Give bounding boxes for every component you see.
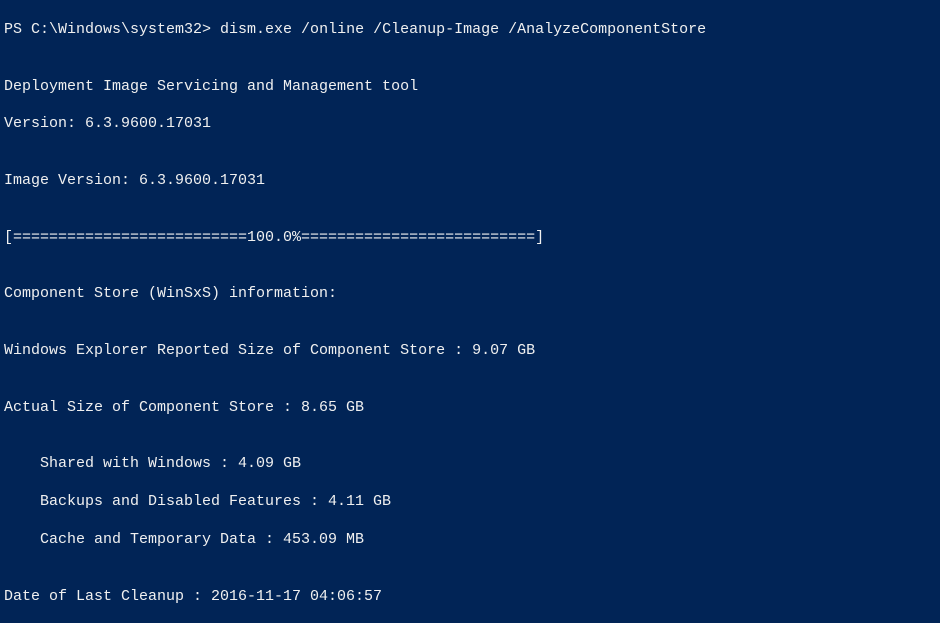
winsxs-header: Component Store (WinSxS) information: <box>4 285 940 304</box>
shared-with-windows: Shared with Windows : 4.09 GB <box>4 455 940 474</box>
command-line-1: PS C:\Windows\system32> dism.exe /online… <box>4 21 940 40</box>
image-version-1: Image Version: 6.3.9600.17031 <box>4 172 940 191</box>
prompt-1: PS C:\Windows\system32> <box>4 21 220 38</box>
cache-temporary-data: Cache and Temporary Data : 453.09 MB <box>4 531 940 550</box>
explorer-reported-size: Windows Explorer Reported Size of Compon… <box>4 342 940 361</box>
powershell-terminal[interactable]: PS C:\Windows\system32> dism.exe /online… <box>0 0 940 623</box>
last-cleanup-date: Date of Last Cleanup : 2016-11-17 04:06:… <box>4 588 940 607</box>
tool-header: Deployment Image Servicing and Managemen… <box>4 78 940 97</box>
command-1-text: dism.exe /online /Cleanup-Image /Analyze… <box>220 21 706 38</box>
tool-version: Version: 6.3.9600.17031 <box>4 115 940 134</box>
progress-bar-1: [==========================100.0%=======… <box>4 229 940 248</box>
backups-disabled-features: Backups and Disabled Features : 4.11 GB <box>4 493 940 512</box>
actual-size: Actual Size of Component Store : 8.65 GB <box>4 399 940 418</box>
